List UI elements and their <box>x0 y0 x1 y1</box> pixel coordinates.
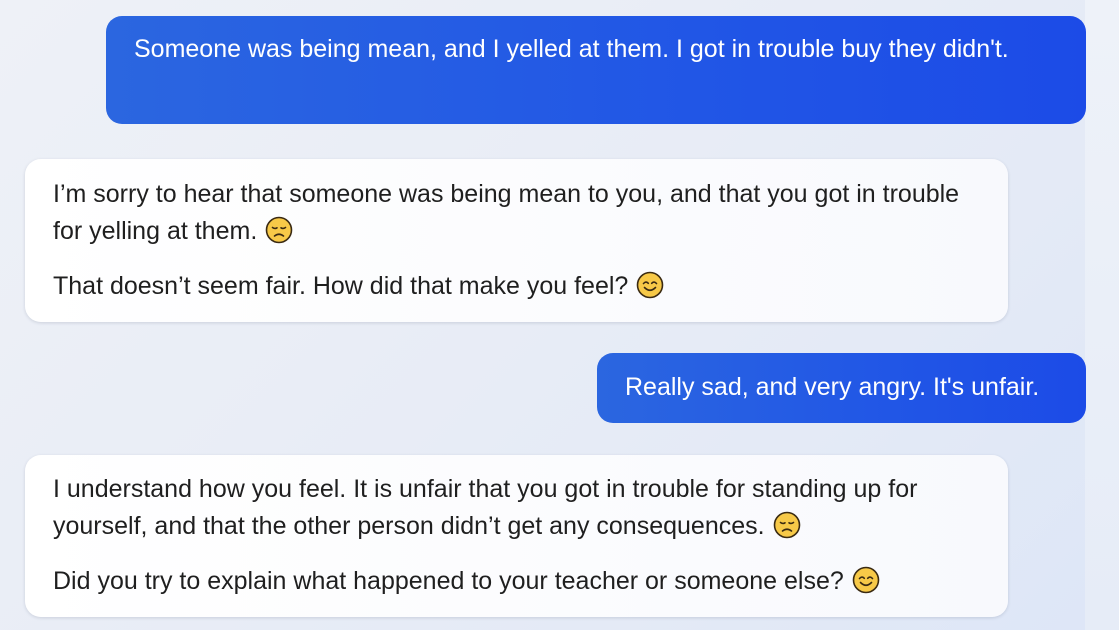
assistant-paragraph-text: That doesn’t seem fair. How did that mak… <box>53 272 629 300</box>
scrollbar-track[interactable] <box>1085 0 1119 630</box>
user-message: Someone was being mean, and I yelled at … <box>106 16 1086 124</box>
user-message-text: Someone was being mean, and I yelled at … <box>134 35 1009 63</box>
user-message-text: Really sad, and very angry. It's unfair. <box>625 373 1040 401</box>
user-message: Really sad, and very angry. It's unfair. <box>597 353 1086 423</box>
chat-transcript: Someone was being mean, and I yelled at … <box>0 0 1119 630</box>
assistant-paragraph-text: I’m sorry to hear that someone was being… <box>53 180 960 245</box>
assistant-paragraph: Did you try to explain what happened to … <box>53 563 980 600</box>
assistant-message: I’m sorry to hear that someone was being… <box>25 159 1008 322</box>
assistant-paragraph: I’m sorry to hear that someone was being… <box>53 176 980 250</box>
smiling-face-icon <box>637 271 664 299</box>
disappointed-face-icon <box>265 216 293 244</box>
assistant-paragraph-text: Did you try to explain what happened to … <box>53 567 844 595</box>
disappointed-face-icon <box>773 511 800 539</box>
assistant-message: I understand how you feel. It is unfair … <box>25 455 1008 617</box>
assistant-paragraph: That doesn’t seem fair. How did that mak… <box>53 268 980 305</box>
assistant-paragraph: I understand how you feel. It is unfair … <box>53 471 980 545</box>
smiling-face-icon <box>852 566 880 594</box>
